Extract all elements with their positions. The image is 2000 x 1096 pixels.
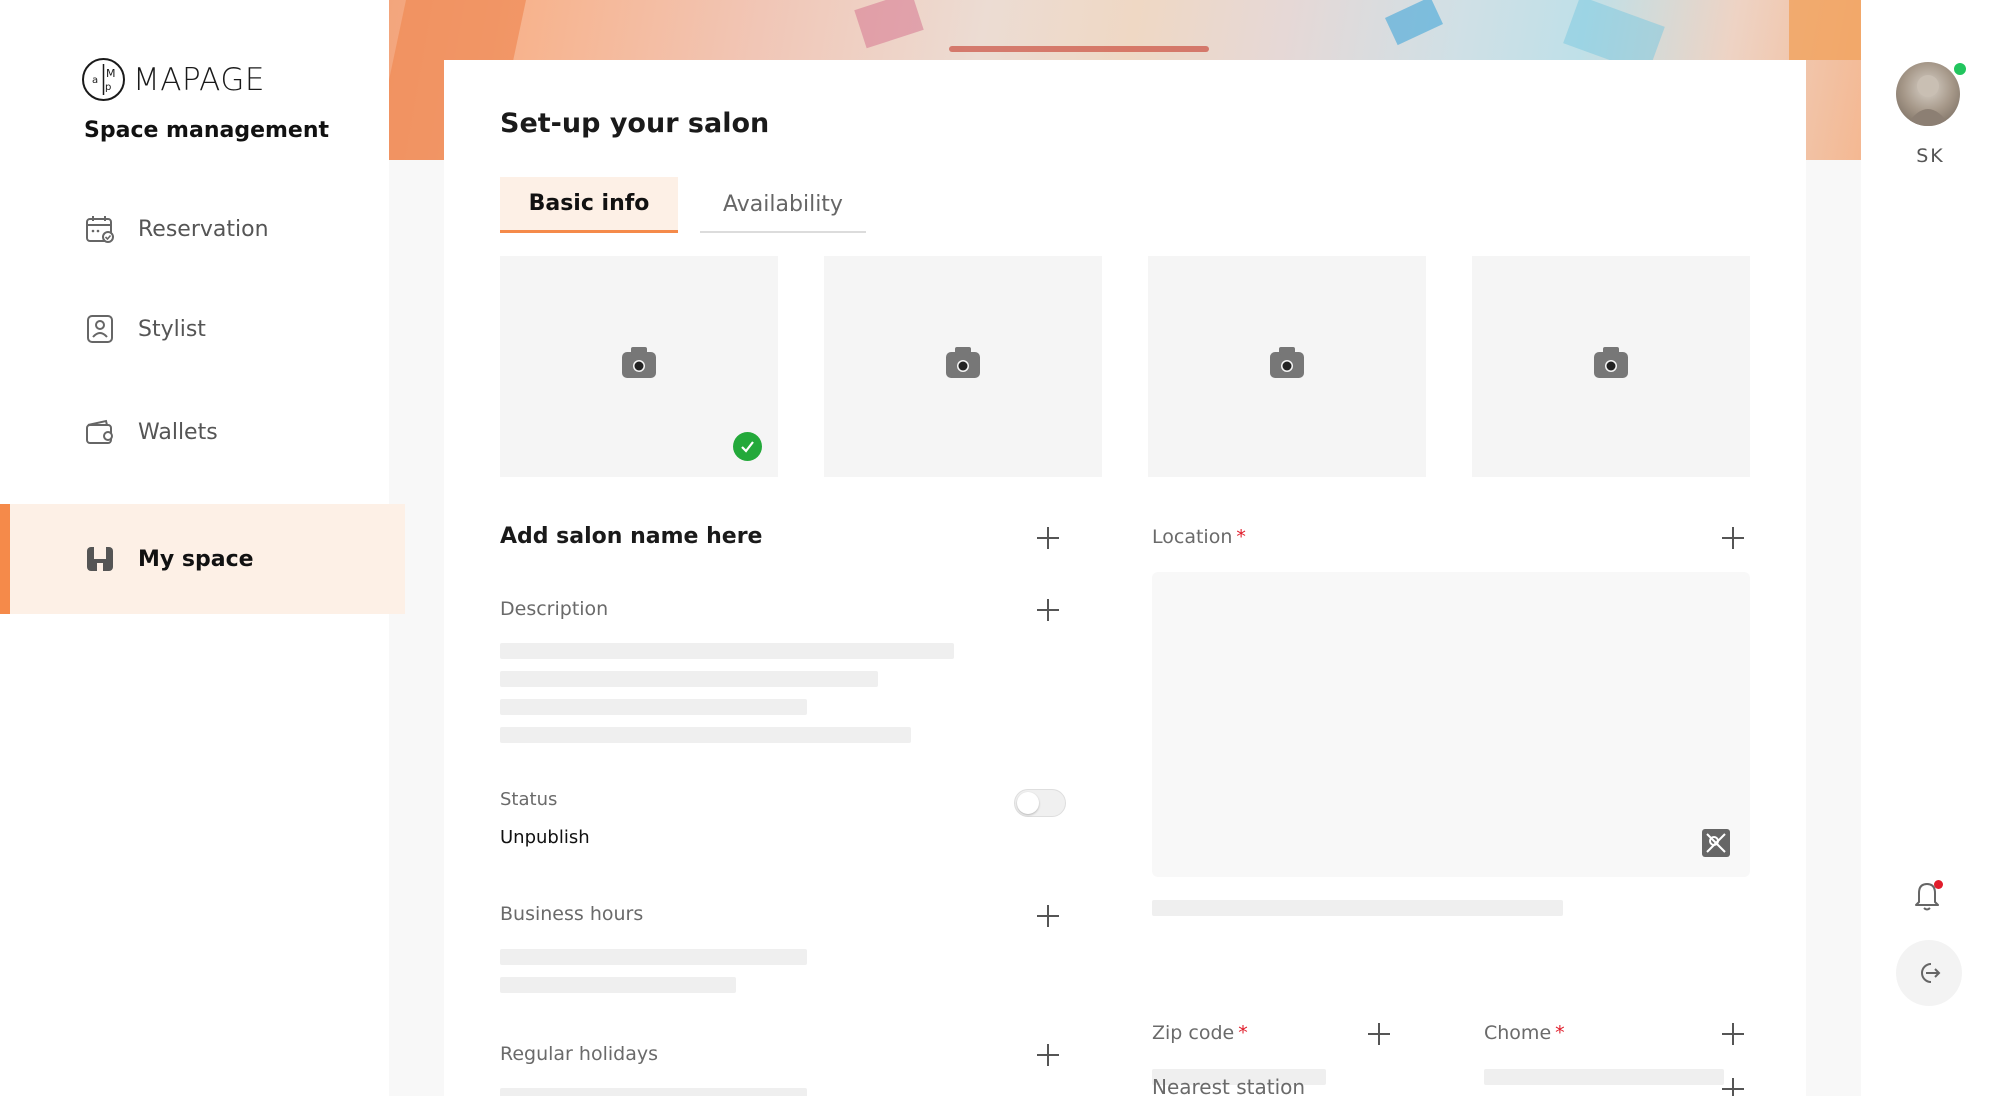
- toggle-knob: [1017, 792, 1039, 814]
- app-root: M a p MAPAGE Space management Reservatio…: [0, 0, 2000, 1096]
- photo-slot-4[interactable]: [1472, 256, 1750, 477]
- photo-slot-1[interactable]: [500, 256, 778, 477]
- photo-slot-2[interactable]: [824, 256, 1102, 477]
- calendar-icon: [86, 216, 114, 243]
- chome-label-text: Chome: [1484, 1022, 1552, 1044]
- sidebar-item-label: Reservation: [138, 216, 269, 242]
- chome-label: Chome *: [1484, 1022, 1565, 1044]
- description-placeholder-line: [500, 699, 807, 715]
- required-mark: *: [1236, 526, 1246, 548]
- business-hours-placeholder-line: [500, 977, 736, 993]
- sidebar-item-my-space[interactable]: My space: [0, 504, 405, 614]
- required-mark: *: [1555, 1022, 1565, 1044]
- logout-button[interactable]: [1896, 940, 1962, 1006]
- add-business-hours-plus-icon[interactable]: [1037, 905, 1059, 927]
- regular-holidays-label: Regular holidays: [500, 1043, 658, 1065]
- zip-code-label: Zip code *: [1152, 1022, 1248, 1044]
- description-label: Description: [500, 598, 609, 620]
- camera-icon: [622, 347, 656, 378]
- banner-shape: [1385, 0, 1443, 46]
- status-toggle[interactable]: [1014, 789, 1066, 817]
- address-placeholder-line: [1152, 900, 1563, 916]
- tab-availability[interactable]: Availability: [700, 177, 866, 233]
- add-location-plus-icon[interactable]: [1722, 527, 1744, 549]
- user-initials: SK: [1916, 145, 1945, 167]
- zip-code-label-text: Zip code: [1152, 1022, 1235, 1044]
- banner-shape: [854, 0, 924, 49]
- tab-basic-info[interactable]: Basic info: [500, 177, 678, 233]
- right-rail: SK: [1861, 0, 2000, 1096]
- selected-check-icon: [733, 432, 762, 461]
- sidebar-item-label: Wallets: [138, 419, 218, 445]
- logo-text: MAPAGE: [133, 61, 265, 98]
- svg-text:p: p: [105, 82, 111, 93]
- description-placeholder-line: [500, 643, 954, 659]
- map-off-icon[interactable]: [1702, 829, 1730, 857]
- location-label: Location *: [1152, 526, 1246, 548]
- sidebar-item-stylist[interactable]: Stylist: [0, 274, 405, 384]
- location-map[interactable]: [1152, 572, 1750, 877]
- status-label: Status: [500, 789, 558, 810]
- camera-icon: [946, 347, 980, 378]
- required-mark: *: [1238, 1022, 1248, 1044]
- section-title: Space management: [84, 118, 330, 143]
- sidebar-item-label: My space: [138, 546, 254, 572]
- status-value: Unpublish: [500, 827, 590, 848]
- banner-shape: [949, 46, 1209, 52]
- nearest-station-label: Nearest station: [1152, 1075, 1306, 1096]
- add-chome-plus-icon[interactable]: [1722, 1023, 1744, 1045]
- avatar[interactable]: [1896, 62, 1960, 126]
- sidebar-item-wallets[interactable]: Wallets: [0, 377, 405, 487]
- business-hours-label: Business hours: [500, 903, 644, 925]
- svg-text:a: a: [92, 75, 98, 86]
- business-hours-placeholder-line: [500, 949, 807, 965]
- location-label-text: Location: [1152, 526, 1233, 548]
- brand-logo[interactable]: M a p MAPAGE: [82, 58, 265, 101]
- chome-placeholder-line: [1484, 1069, 1724, 1085]
- add-description-plus-icon[interactable]: [1037, 599, 1059, 621]
- online-status-indicator: [1952, 61, 1968, 77]
- add-zip-code-plus-icon[interactable]: [1368, 1023, 1390, 1045]
- store-icon: [87, 547, 113, 571]
- description-placeholder-line: [500, 671, 878, 687]
- logo-mark-icon: M a p: [82, 58, 125, 101]
- stylist-badge-icon: [87, 315, 113, 343]
- add-nearest-station-plus-icon[interactable]: [1722, 1078, 1744, 1096]
- add-regular-holidays-plus-icon[interactable]: [1037, 1044, 1059, 1066]
- description-placeholder-line: [500, 727, 911, 743]
- svg-text:M: M: [106, 67, 116, 80]
- notification-badge: [1934, 880, 1943, 889]
- regular-holidays-placeholder-line: [500, 1088, 807, 1096]
- add-salon-name-plus-icon[interactable]: [1037, 527, 1059, 549]
- banner-shape: [1789, 0, 1861, 60]
- camera-icon: [1594, 347, 1628, 378]
- camera-icon: [1270, 347, 1304, 378]
- page-title: Set-up your salon: [500, 108, 770, 139]
- photo-slot-3[interactable]: [1148, 256, 1426, 477]
- sidebar-item-reservation[interactable]: Reservation: [0, 174, 405, 284]
- logout-icon: [1921, 963, 1941, 983]
- salon-name-field[interactable]: Add salon name here: [500, 524, 762, 549]
- sidebar-item-label: Stylist: [138, 316, 206, 342]
- salon-setup-card: Set-up your salon Basic info Availabilit…: [444, 60, 1806, 1096]
- wallet-icon: [86, 419, 113, 444]
- sidebar: M a p MAPAGE Space management Reservatio…: [0, 0, 405, 1096]
